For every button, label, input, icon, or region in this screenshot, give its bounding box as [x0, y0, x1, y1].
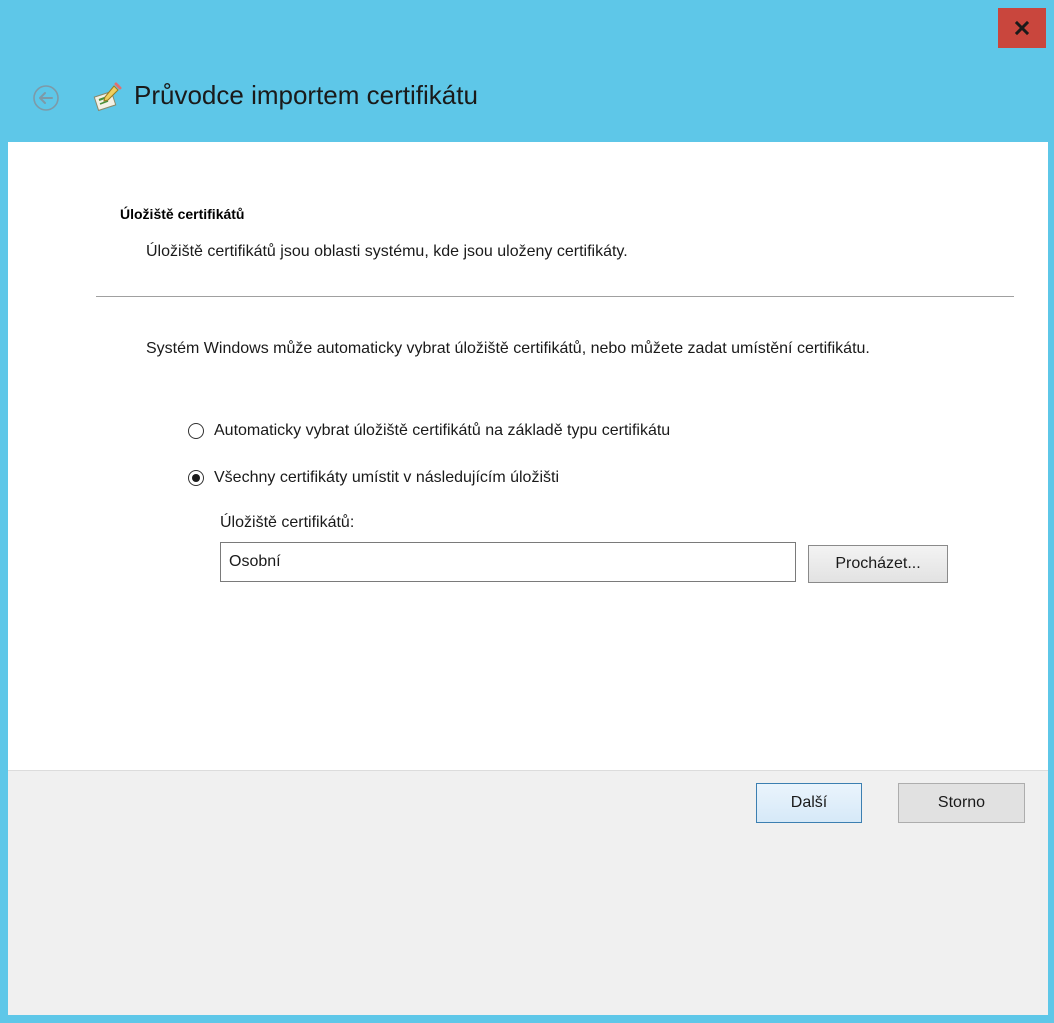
close-button[interactable] — [998, 8, 1046, 48]
back-arrow-icon[interactable] — [32, 84, 60, 112]
wizard-footer: Další Storno — [8, 770, 1048, 1015]
store-label: Úložiště certifikátů: — [220, 514, 355, 531]
radio-manual-circle[interactable] — [188, 470, 204, 486]
divider — [96, 296, 1014, 297]
certificate-wizard-icon — [93, 82, 122, 112]
close-icon — [1014, 20, 1030, 36]
browse-button[interactable]: Procházet... — [808, 545, 948, 583]
section-description: Úložiště certifikátů jsou oblasti systém… — [146, 243, 628, 260]
intro-text: Systém Windows může automaticky vybrat ú… — [146, 340, 870, 357]
wizard-content: Úložiště certifikátů Úložiště certifikát… — [8, 142, 1048, 770]
radio-auto-select[interactable]: Automaticky vybrat úložiště certifikátů … — [188, 422, 670, 440]
store-input[interactable] — [220, 542, 796, 582]
radio-manual-store[interactable]: Všechny certifikáty umístit v následujíc… — [188, 469, 559, 487]
section-heading: Úložiště certifikátů — [120, 206, 245, 222]
wizard-title: Průvodce importem certifikátu — [134, 80, 478, 110]
radio-auto-label[interactable]: Automaticky vybrat úložiště certifikátů … — [214, 422, 670, 440]
radio-auto-circle[interactable] — [188, 423, 204, 439]
title-bar — [0, 0, 1054, 52]
wizard-window: Průvodce importem certifikátu Úložiště c… — [0, 0, 1054, 1023]
next-button[interactable]: Další — [756, 783, 862, 823]
wizard-header: Průvodce importem certifikátu — [0, 52, 1054, 142]
radio-manual-label[interactable]: Všechny certifikáty umístit v následujíc… — [214, 469, 559, 487]
cancel-button[interactable]: Storno — [898, 783, 1025, 823]
